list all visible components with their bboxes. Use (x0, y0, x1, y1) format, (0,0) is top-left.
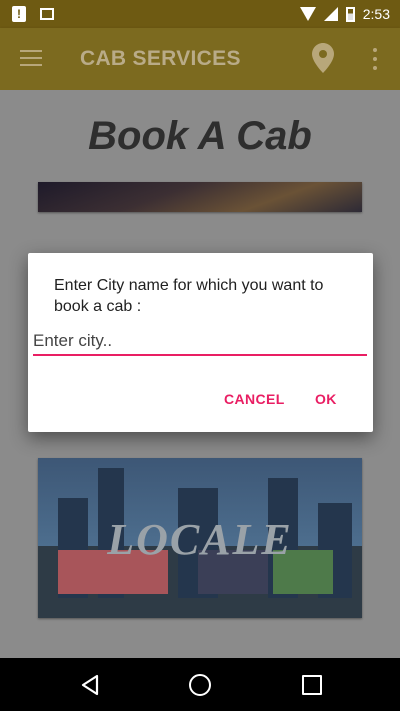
locale-card[interactable]: LOCALE (38, 458, 362, 618)
battery-icon (345, 6, 355, 22)
status-bar: ! 2:53 (0, 0, 400, 28)
image-icon (40, 8, 54, 20)
recents-icon[interactable] (302, 675, 322, 695)
app-title: CAB SERVICES (80, 47, 241, 70)
city-dialog: Enter City name for which you want to bo… (28, 253, 373, 432)
location-icon[interactable] (312, 43, 334, 73)
status-time: 2:53 (362, 6, 390, 22)
app-bar: CAB SERVICES (0, 28, 400, 90)
signal-icon (323, 7, 338, 21)
city-input[interactable] (33, 328, 367, 356)
page-title: Book A Cab (88, 114, 312, 158)
home-icon[interactable] (189, 674, 211, 696)
cancel-button[interactable]: CANCEL (224, 391, 285, 407)
navigation-bar (0, 658, 400, 711)
more-icon[interactable] (370, 48, 380, 70)
ok-button[interactable]: OK (315, 391, 337, 407)
locale-label: LOCALE (107, 515, 293, 564)
cab-image-card[interactable] (38, 182, 362, 212)
dialog-message: Enter City name for which you want to bo… (54, 277, 324, 315)
menu-icon[interactable] (20, 50, 42, 66)
notification-icon: ! (12, 6, 26, 22)
wifi-icon (299, 7, 316, 21)
back-icon[interactable] (80, 674, 100, 696)
